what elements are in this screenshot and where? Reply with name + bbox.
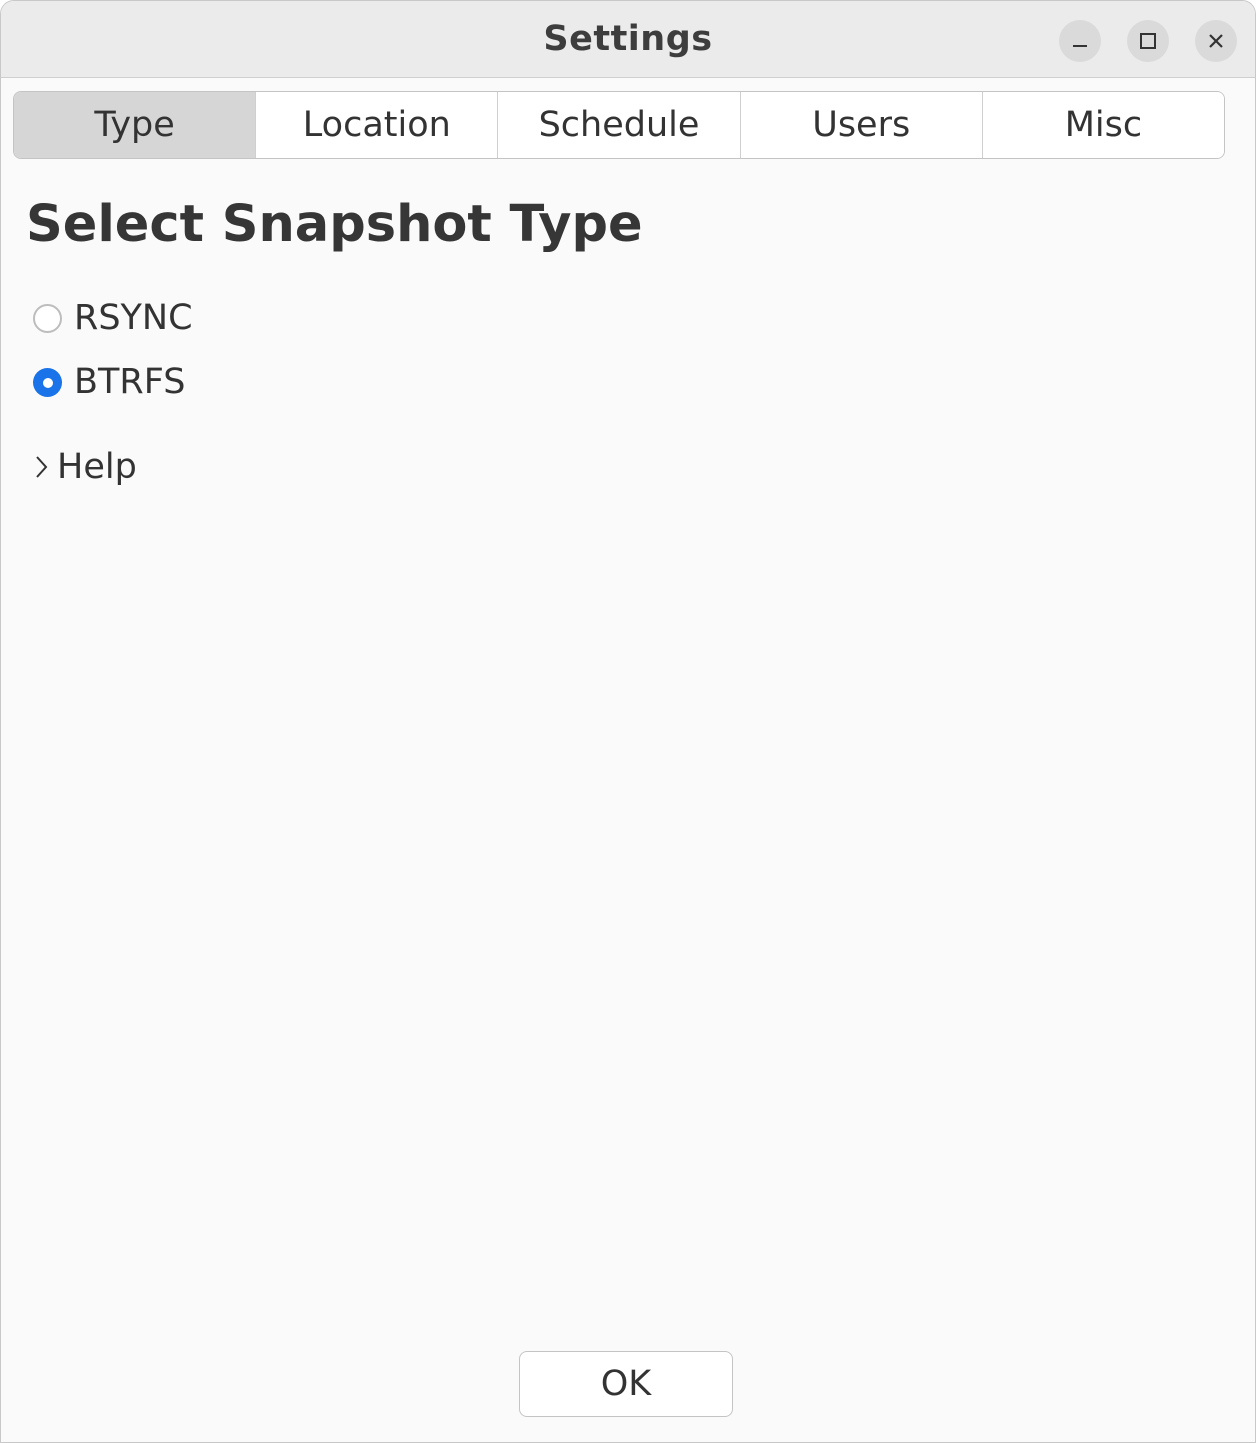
settings-window: Settings Type Location Schedule Users Mi… <box>0 0 1256 1443</box>
help-expander[interactable]: Help <box>33 445 137 489</box>
maximize-icon <box>1140 33 1156 49</box>
minimize-button[interactable] <box>1059 20 1101 62</box>
minimize-icon <box>1073 45 1087 47</box>
settings-tabs: Type Location Schedule Users Misc <box>13 91 1225 159</box>
tab-schedule[interactable]: Schedule <box>497 92 740 158</box>
tab-location[interactable]: Location <box>255 92 498 158</box>
title-bar[interactable]: Settings <box>1 1 1255 78</box>
ok-button[interactable]: OK <box>519 1351 733 1417</box>
maximize-button[interactable] <box>1127 20 1169 62</box>
page-title: Select Snapshot Type <box>26 195 643 254</box>
close-icon <box>1209 34 1223 48</box>
radio-label-rsync: RSYNC <box>74 298 193 338</box>
tab-misc[interactable]: Misc <box>981 92 1224 158</box>
radio-option-btrfs[interactable]: BTRFS <box>33 362 185 402</box>
close-button[interactable] <box>1195 20 1237 62</box>
tab-users[interactable]: Users <box>739 92 982 158</box>
radio-option-rsync[interactable]: RSYNC <box>33 298 193 338</box>
chevron-right-icon <box>36 456 48 478</box>
tab-type[interactable]: Type <box>14 92 256 158</box>
radio-button-btrfs[interactable] <box>33 367 62 397</box>
radio-button-rsync[interactable] <box>33 303 62 333</box>
radio-label-btrfs: BTRFS <box>74 362 186 402</box>
help-label: Help <box>57 447 137 487</box>
